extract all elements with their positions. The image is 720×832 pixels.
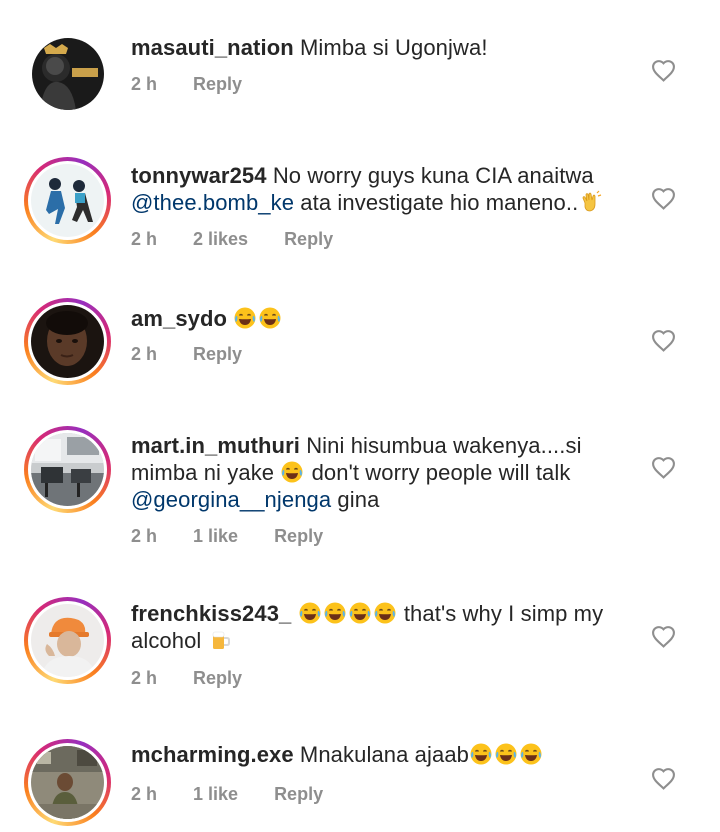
beer-mug-emoji <box>208 628 232 652</box>
comment-time: 2 h <box>131 668 158 688</box>
comment-username[interactable]: frenchkiss243_ <box>131 601 291 626</box>
like-button[interactable] <box>651 329 676 352</box>
joy-emoji <box>258 306 282 330</box>
heart-outline-icon <box>652 768 675 790</box>
comment-time: 2 h <box>131 344 158 364</box>
comment-text: Mimba si Ugonjwa! <box>300 35 488 60</box>
avatar[interactable] <box>24 157 111 244</box>
comment-username[interactable]: masauti_nation <box>131 35 294 60</box>
reply-button[interactable]: Reply <box>193 344 242 365</box>
avatar[interactable] <box>24 597 111 684</box>
like-button[interactable] <box>651 767 676 790</box>
comment-time: 2 h <box>131 526 158 546</box>
joy-emoji <box>233 306 257 330</box>
heart-outline-icon <box>652 330 675 352</box>
comment-time: 2 h <box>131 229 158 249</box>
comment-username[interactable]: mcharming.exe <box>131 742 294 767</box>
reply-button[interactable]: Reply <box>274 784 323 805</box>
comment-username[interactable]: mart.in_muthuri <box>131 433 300 458</box>
joy-emoji <box>469 742 493 766</box>
heart-outline-icon <box>652 188 675 210</box>
avatar[interactable] <box>24 298 111 385</box>
reply-button[interactable]: Reply <box>193 74 242 95</box>
heart-outline-icon <box>652 60 675 82</box>
comment-text: don't worry people will talk <box>311 460 571 485</box>
comment-text: Mnakulana ajaab <box>299 742 469 767</box>
reply-button[interactable]: Reply <box>284 229 333 250</box>
joy-emoji <box>280 460 304 484</box>
mention-link[interactable]: @thee.bomb_ke <box>131 190 294 215</box>
reply-button[interactable]: Reply <box>193 668 242 689</box>
waving-hand-emoji <box>578 190 602 214</box>
comment-time: 2 h <box>131 74 158 94</box>
comments-list: masauti_nation Mimba si Ugonjwa! 2 h Repl… <box>0 0 720 832</box>
like-button[interactable] <box>651 456 676 479</box>
comment-text: gina <box>337 487 380 512</box>
avatar[interactable] <box>24 739 111 826</box>
heart-outline-icon <box>652 626 675 648</box>
joy-emoji <box>298 601 322 625</box>
joy-emoji <box>323 601 347 625</box>
comment-text: ata investigate hio maneno.. <box>300 190 579 215</box>
joy-emoji <box>494 742 518 766</box>
comment-time: 2 h <box>131 784 158 804</box>
likes-count[interactable]: 2 likes <box>193 229 248 250</box>
like-button[interactable] <box>651 59 676 82</box>
comment-username[interactable]: tonnywar254 <box>131 163 267 188</box>
avatar[interactable] <box>24 426 111 513</box>
likes-count[interactable]: 1 like <box>193 784 238 805</box>
comment-text: No worry guys kuna CIA anaitwa <box>272 163 594 188</box>
comment-username[interactable]: am_sydo <box>131 306 227 331</box>
avatar[interactable] <box>24 38 111 125</box>
likes-count[interactable]: 1 like <box>193 526 238 547</box>
like-button[interactable] <box>651 187 676 210</box>
mention-link[interactable]: @georgina__njenga <box>131 487 331 512</box>
heart-outline-icon <box>652 457 675 479</box>
reply-button[interactable]: Reply <box>274 526 323 547</box>
like-button[interactable] <box>651 625 676 648</box>
joy-emoji <box>373 601 397 625</box>
joy-emoji <box>519 742 543 766</box>
joy-emoji <box>348 601 372 625</box>
